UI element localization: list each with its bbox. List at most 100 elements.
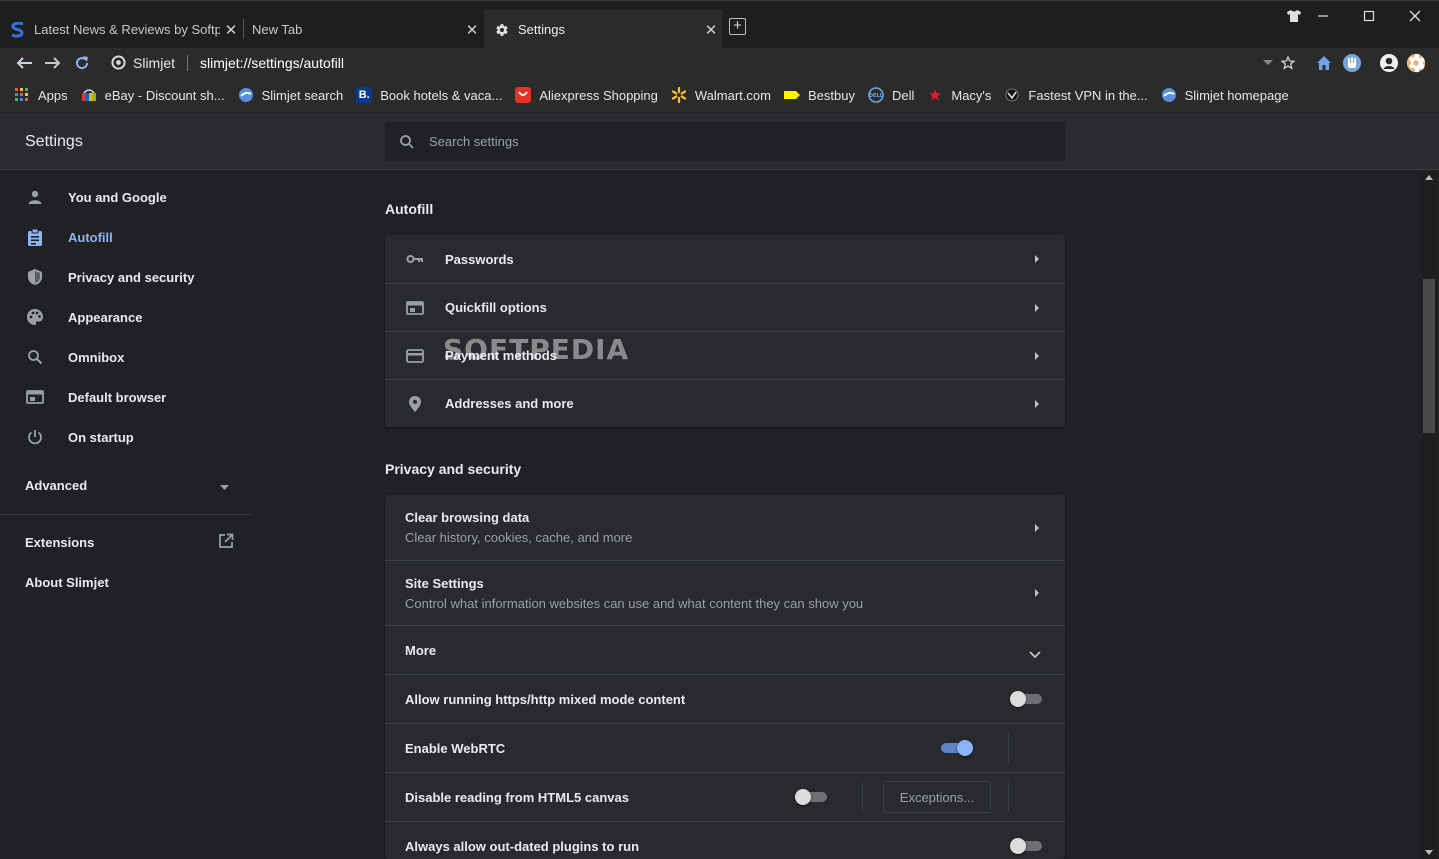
scroll-down-arrow-icon[interactable]	[1425, 850, 1433, 855]
row-site-settings[interactable]: Site Settings Control what information w…	[385, 560, 1065, 625]
scrollbar-thumb[interactable]	[1423, 279, 1435, 433]
forward-arrow-icon[interactable]	[42, 52, 64, 74]
tab-softpedia[interactable]: Latest News & Reviews by Softpedia ✕	[0, 10, 242, 49]
home-icon[interactable]	[1313, 52, 1335, 74]
bookmark-apps[interactable]: Apps	[14, 87, 68, 103]
vpn-icon	[1004, 87, 1020, 103]
sidebar-item-autofill[interactable]: Autofill	[0, 217, 251, 257]
window-close-icon[interactable]	[1402, 5, 1428, 27]
bookmark-label: eBay - Discount sh...	[104, 87, 225, 103]
bookmark-label: Bestbuy	[807, 87, 855, 103]
arrow-right-icon	[1035, 589, 1039, 597]
sidebar-item-label: Appearance	[68, 309, 143, 325]
sidebar-item-omnibox[interactable]: Omnibox	[0, 337, 251, 377]
search-icon	[23, 349, 47, 365]
row-more[interactable]: More	[385, 625, 1065, 674]
section-title-autofill: Autofill	[385, 201, 434, 217]
row-label: Enable WebRTC	[405, 740, 506, 756]
new-tab-button[interactable]: +	[729, 18, 746, 35]
address-divider	[187, 55, 189, 71]
toolbar: Slimjet slimjet://settings/autofill	[0, 48, 1439, 78]
arrow-right-icon	[1035, 303, 1039, 312]
arrow-right-icon	[1035, 351, 1039, 360]
bookmark-slimjet-homepage[interactable]: Slimjet homepage	[1161, 87, 1289, 103]
close-icon[interactable]: ✕	[220, 21, 242, 39]
ebay-icon	[81, 87, 97, 103]
sidebar-extensions[interactable]: Extensions	[0, 522, 251, 562]
row-quickfill[interactable]: Quickfill options	[385, 283, 1065, 331]
sidebar-item-you-and-google[interactable]: You and Google	[0, 177, 251, 217]
sidebar-item-label: You and Google	[68, 189, 167, 205]
mixed-content-toggle[interactable]	[1010, 691, 1042, 707]
bookmark-ebay[interactable]: eBay - Discount sh...	[81, 87, 225, 103]
shield-icon	[23, 268, 47, 286]
bookmark-macys[interactable]: Macy's	[927, 87, 991, 103]
sidebar-about[interactable]: About Slimjet	[0, 562, 251, 602]
tab-title: New Tab	[252, 22, 303, 37]
maximize-icon[interactable]	[1356, 5, 1382, 27]
row-divider	[1008, 782, 1009, 812]
outdated-plugins-toggle[interactable]	[1010, 838, 1042, 854]
bookmark-bestbuy[interactable]: Bestbuy	[783, 87, 855, 103]
sidebar-advanced[interactable]: Advanced	[0, 465, 251, 505]
row-clear-browsing-data[interactable]: Clear browsing data Clear history, cooki…	[385, 495, 1065, 560]
row-addresses[interactable]: Addresses and more	[385, 379, 1065, 427]
page-title: Settings	[25, 133, 83, 150]
exceptions-button[interactable]: Exceptions...	[883, 781, 991, 813]
bookmark-aliexpress[interactable]: Aliexpress Shopping	[515, 87, 658, 103]
sidebar-item-privacy[interactable]: Privacy and security	[0, 257, 251, 297]
minimize-icon[interactable]	[1310, 5, 1336, 27]
close-icon[interactable]: ✕	[700, 21, 722, 39]
tab-settings[interactable]: Settings ✕	[484, 10, 722, 49]
row-label: Allow running https/http mixed mode cont…	[405, 691, 686, 707]
sidebar-item-label: Privacy and security	[68, 269, 195, 285]
settings-header: Settings Search settings	[0, 113, 1439, 170]
sidebar-item-label: Omnibox	[68, 349, 125, 365]
bookmark-star-icon[interactable]	[1277, 52, 1299, 74]
settings-gear-icon[interactable]	[1405, 52, 1427, 74]
bestbuy-icon	[783, 87, 800, 103]
shirt-skin-icon[interactable]	[1281, 5, 1307, 27]
bookmark-label: Apps	[38, 87, 68, 103]
bookmark-dell[interactable]: DELL Dell	[868, 87, 914, 103]
adblock-hand-icon[interactable]	[1341, 52, 1363, 74]
close-icon[interactable]: ✕	[461, 21, 483, 39]
booking-icon: B.	[356, 87, 373, 103]
row-passwords[interactable]: Passwords	[385, 235, 1065, 283]
back-arrow-icon[interactable]	[13, 52, 35, 74]
site-info-icon[interactable]	[111, 55, 126, 73]
section-title-privacy: Privacy and security	[385, 461, 522, 477]
profile-avatar-icon[interactable]	[1378, 52, 1400, 74]
row-label: Passwords	[445, 251, 514, 267]
sidebar-item-default-browser[interactable]: Default browser	[0, 377, 251, 417]
dropdown-caret-icon[interactable]	[1257, 52, 1279, 74]
settings-sidebar: You and Google Autofill Privacy and secu…	[0, 171, 251, 859]
row-webrtc: Enable WebRTC	[385, 723, 1065, 772]
page-scrollbar[interactable]	[1421, 171, 1437, 859]
row-sublabel: Control what information websites can us…	[405, 595, 864, 611]
bookmark-slimjet-search[interactable]: Slimjet search	[238, 87, 343, 103]
sidebar-item-on-startup[interactable]: On startup	[0, 417, 251, 457]
sidebar-about-label: About Slimjet	[25, 574, 109, 590]
bookmark-walmart[interactable]: Walmart.com	[671, 87, 771, 103]
address-bar[interactable]: Slimjet slimjet://settings/autofill	[103, 48, 1303, 78]
power-icon	[23, 429, 47, 445]
tab-new-tab[interactable]: New Tab ✕	[244, 10, 483, 49]
sidebar-item-label: Default browser	[68, 389, 167, 405]
search-settings-input[interactable]: Search settings	[385, 122, 1065, 161]
settings-main: Autofill Passwords Quickfill options Pay…	[260, 171, 1420, 859]
bookmark-booking[interactable]: B. Book hotels & vaca...	[356, 87, 502, 103]
html5-canvas-toggle[interactable]	[795, 789, 827, 805]
reload-icon[interactable]	[71, 52, 93, 74]
url-text[interactable]: slimjet://settings/autofill	[200, 55, 344, 71]
webrtc-toggle[interactable]	[941, 740, 973, 756]
sidebar-item-appearance[interactable]: Appearance	[0, 297, 251, 337]
person-icon	[23, 189, 47, 205]
row-mixed-content: Allow running https/http mixed mode cont…	[385, 674, 1065, 723]
scroll-up-arrow-icon[interactable]	[1425, 175, 1433, 180]
row-label: More	[405, 642, 437, 658]
bookmark-vpn[interactable]: Fastest VPN in the...	[1004, 87, 1148, 103]
svg-text:DELL: DELL	[869, 93, 884, 99]
clipboard-icon	[23, 228, 47, 246]
open-external-icon	[218, 533, 234, 552]
